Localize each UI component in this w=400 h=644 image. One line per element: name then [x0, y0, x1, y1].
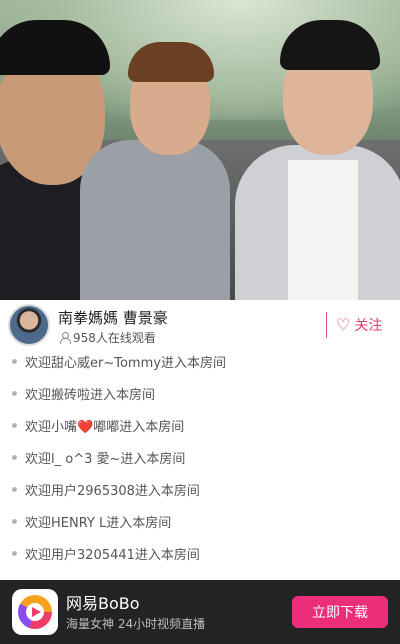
- app-tagline: 海量女神 24小时视频直播: [66, 617, 206, 631]
- person-icon: [60, 332, 71, 344]
- chat-message: 欢迎甜心威er~Tommy进入本房间: [12, 352, 226, 371]
- bullet-icon: [12, 455, 17, 460]
- guest-middle-hair: [128, 42, 214, 82]
- chat-message: 欢迎用户3205441进入本房间: [12, 544, 200, 563]
- live-video[interactable]: [0, 0, 400, 300]
- follow-button[interactable]: ♡ 关注: [336, 312, 382, 338]
- bullet-icon: [12, 487, 17, 492]
- follow-divider: [326, 312, 327, 338]
- heart-emoji-icon: ❤️: [77, 420, 94, 435]
- heart-outline-icon: ♡: [336, 315, 351, 334]
- chat-message: 欢迎l_ o^3 愛~进入本房间: [12, 448, 185, 467]
- bullet-icon: [12, 423, 17, 428]
- app-name: 网易BoBo: [66, 594, 140, 613]
- host-name: 南拳媽媽 曹景豪: [58, 309, 168, 327]
- bullet-icon: [12, 359, 17, 364]
- chat-message: 欢迎HENRY L进入本房间: [12, 512, 171, 531]
- viewer-count-label: 958人在线观看: [73, 331, 156, 345]
- chat-list[interactable]: 欢迎甜心威er~Tommy进入本房间 欢迎搬砖啦进入本房间 欢迎小嘴❤️嘟嘟进入…: [0, 346, 400, 578]
- bullet-icon: [12, 551, 17, 556]
- chat-message: 欢迎小嘴❤️嘟嘟进入本房间: [12, 416, 184, 435]
- chat-message: 欢迎搬砖啦进入本房间: [12, 384, 155, 403]
- download-button[interactable]: 立即下载: [292, 596, 388, 628]
- chat-message: 欢迎用户2965308进入本房间: [12, 480, 200, 499]
- bobo-play-icon[interactable]: [12, 589, 58, 635]
- guest-right-shirt: [288, 160, 358, 300]
- live-stream-page: 南拳媽媽 曹景豪 958人在线观看 ♡ 关注 欢迎甜心威er~Tommy进入本房…: [0, 0, 400, 644]
- bullet-icon: [12, 519, 17, 524]
- guest-middle-body: [80, 140, 230, 300]
- follow-label: 关注: [354, 318, 383, 334]
- viewer-count: 958人在线观看: [60, 329, 156, 346]
- host-avatar[interactable]: [8, 304, 50, 346]
- bullet-icon: [12, 391, 17, 396]
